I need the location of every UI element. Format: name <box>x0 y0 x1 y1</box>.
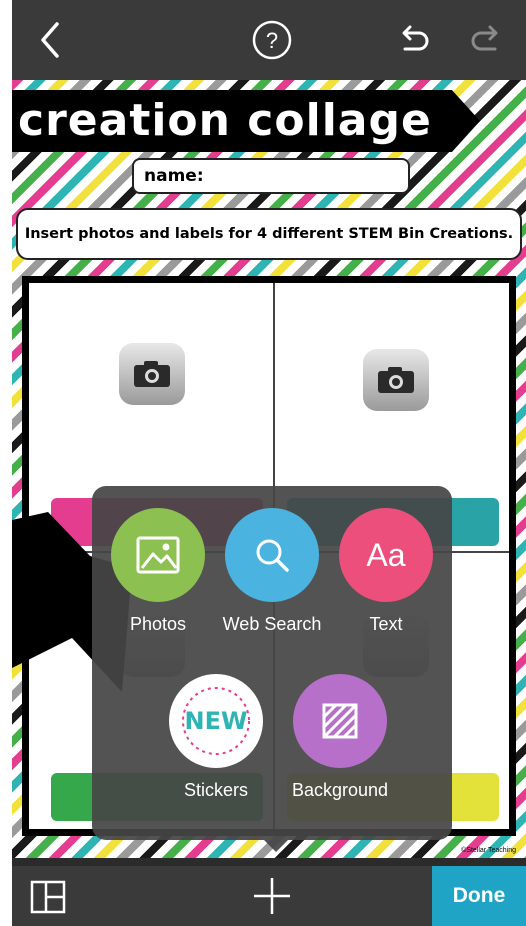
redo-icon <box>471 25 498 51</box>
text-icon-glyph: Aa <box>366 536 406 573</box>
done-button[interactable]: Done <box>432 866 526 926</box>
background-option[interactable]: Background <box>280 674 400 801</box>
stickers-option[interactable]: NEW Stickers <box>156 674 276 801</box>
chevron-left-icon <box>41 22 59 58</box>
worksheet-title: creation collage <box>12 90 480 152</box>
undo-button[interactable] <box>392 18 436 62</box>
plus-icon <box>254 878 290 914</box>
text-option[interactable]: Aa Text <box>326 508 446 635</box>
back-button[interactable] <box>30 18 70 62</box>
name-field[interactable]: name: <box>132 158 410 194</box>
svg-text:?: ? <box>266 28 278 53</box>
help-button[interactable]: ? <box>250 18 294 62</box>
background-label: Background <box>291 780 389 800</box>
camera-icon[interactable] <box>119 343 185 405</box>
bottom-toolbar: Done <box>12 866 526 926</box>
undo-icon <box>402 25 429 51</box>
photos-label: Photos <box>129 614 187 634</box>
instructions-text: Insert photos and labels for 4 different… <box>16 208 522 260</box>
text-label: Text <box>369 614 403 634</box>
question-circle-icon: ? <box>252 20 292 60</box>
new-sticker-icon: NEW <box>169 674 263 768</box>
search-icon <box>225 508 319 602</box>
sticker-new-text: NEW <box>184 707 248 735</box>
text-icon: Aa <box>339 508 433 602</box>
image-icon <box>111 508 205 602</box>
copyright-text: ©Stellar Teaching <box>461 847 516 854</box>
app-frame: ? creation collage name: Insert photos a… <box>12 0 526 926</box>
add-button[interactable] <box>252 876 292 916</box>
layout-button[interactable] <box>30 880 66 914</box>
camera-icon[interactable] <box>363 349 429 411</box>
add-content-menu: Photos Web Search Aa Text NEW Stickers B… <box>92 486 452 840</box>
background-pattern-icon <box>293 674 387 768</box>
menu-pointer <box>264 840 288 852</box>
web-search-label: Web Search <box>222 614 322 634</box>
top-toolbar: ? <box>12 0 526 80</box>
stickers-label: Stickers <box>183 780 248 800</box>
redo-button[interactable] <box>464 18 508 62</box>
layout-icon <box>30 880 66 914</box>
photos-option[interactable]: Photos <box>98 508 218 635</box>
web-search-option[interactable]: Web Search <box>212 508 332 635</box>
